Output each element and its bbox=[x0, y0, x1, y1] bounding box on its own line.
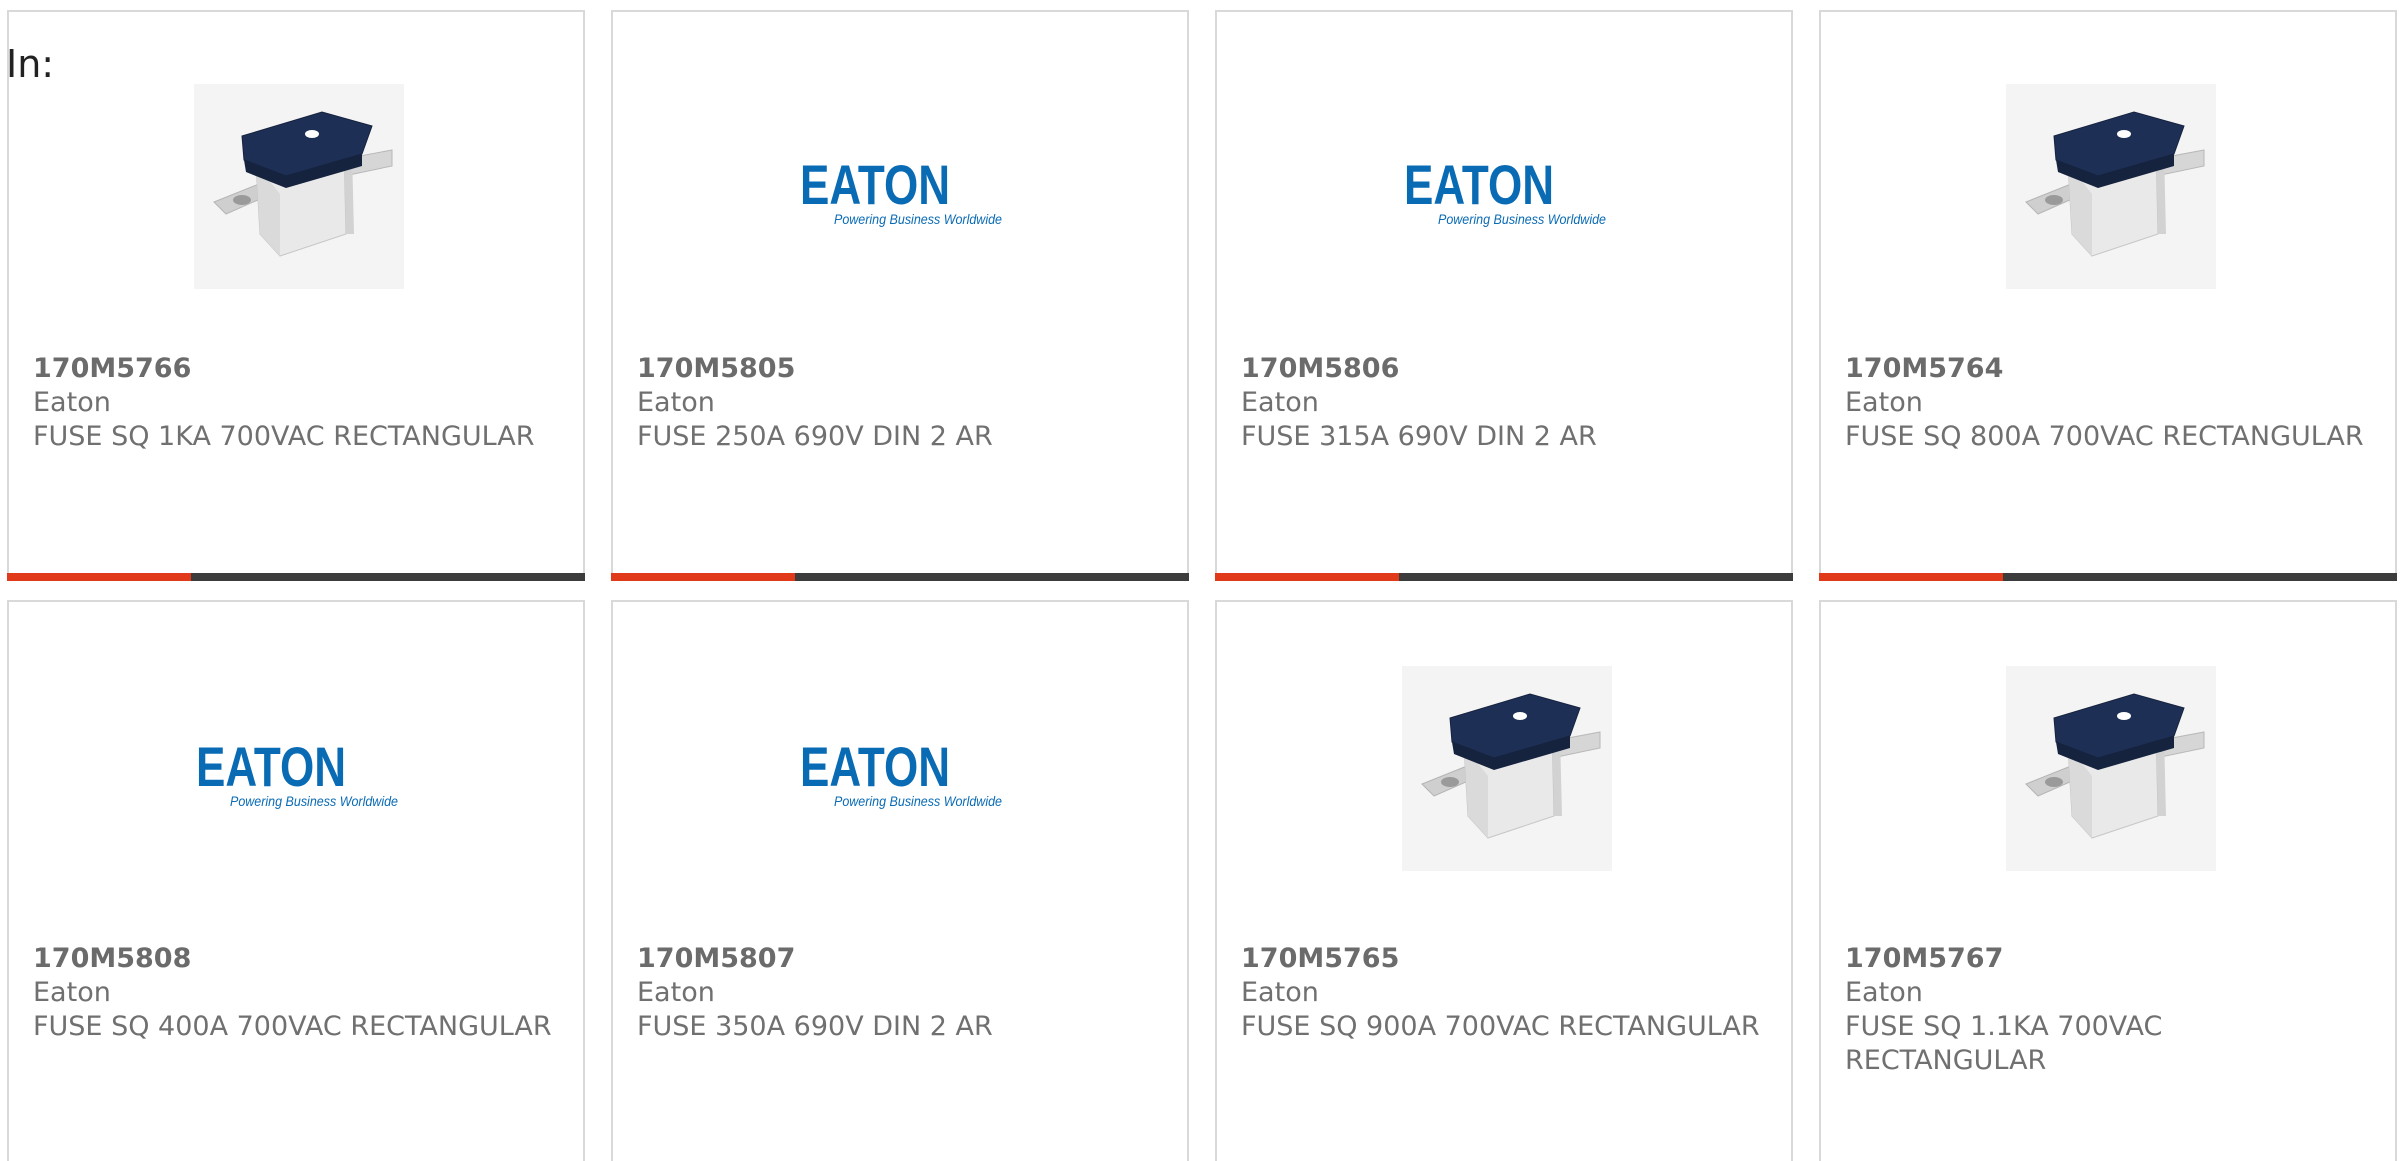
eaton-logo-image: EATONPowering Business Worldwide bbox=[800, 735, 1002, 809]
product-card[interactable]: 170M5764 Eaton FUSE SQ 800A 700VAC RECTA… bbox=[1819, 10, 2397, 581]
product-card[interactable]: 170M5767 Eaton FUSE SQ 1.1KA 700VAC RECT… bbox=[1819, 600, 2397, 1161]
svg-text:EATON: EATON bbox=[1404, 153, 1554, 216]
eaton-logo-image: EATONPowering Business Worldwide bbox=[196, 735, 398, 809]
part-number[interactable]: 170M5806 bbox=[1241, 352, 1761, 386]
card-accent-bar bbox=[1819, 573, 2397, 581]
square-fuse-image bbox=[194, 84, 404, 289]
product-description: FUSE SQ 1.1KA 700VAC RECTANGULAR bbox=[1845, 1011, 2163, 1076]
product-description: FUSE SQ 900A 700VAC RECTANGULAR bbox=[1241, 1011, 1760, 1042]
product-grid: 170M5766 Eaton FUSE SQ 1KA 700VAC RECTAN… bbox=[0, 0, 2400, 1161]
card-accent-bar bbox=[1215, 573, 1793, 581]
manufacturer: Eaton bbox=[637, 977, 715, 1008]
card-accent-segment bbox=[1819, 573, 2003, 581]
product-card[interactable]: EATON Powering Business Worldwide 170M580… bbox=[611, 10, 1189, 581]
svg-text:EATON: EATON bbox=[196, 735, 346, 798]
part-number[interactable]: 170M5765 bbox=[1241, 942, 1761, 976]
product-card[interactable]: EATON Powering Business Worldwide 170M580… bbox=[611, 600, 1189, 1161]
product-card[interactable]: 170M5766 Eaton FUSE SQ 1KA 700VAC RECTAN… bbox=[7, 10, 585, 581]
product-thumbnail[interactable] bbox=[2006, 666, 2216, 871]
product-thumbnail[interactable] bbox=[194, 84, 404, 289]
square-fuse-image bbox=[1402, 666, 1612, 871]
card-accent-bar bbox=[7, 573, 585, 581]
svg-text:Powering Business Worldwide: Powering Business Worldwide bbox=[230, 793, 398, 809]
svg-text:EATON: EATON bbox=[800, 735, 950, 798]
svg-text:Powering Business Worldwide: Powering Business Worldwide bbox=[834, 211, 1002, 227]
square-fuse-image bbox=[2006, 84, 2216, 289]
manufacturer: Eaton bbox=[1845, 387, 1923, 418]
product-card[interactable]: EATON Powering Business Worldwide 170M580… bbox=[1215, 10, 1793, 581]
manufacturer: Eaton bbox=[1241, 387, 1319, 418]
card-accent-segment bbox=[7, 573, 191, 581]
eaton-logo-image: EATONPowering Business Worldwide bbox=[1404, 153, 1606, 227]
card-accent-bar bbox=[611, 573, 1189, 581]
part-number[interactable]: 170M5766 bbox=[33, 352, 553, 386]
eaton-logo-image: EATONPowering Business Worldwide bbox=[800, 153, 1002, 227]
product-description: FUSE 250A 690V DIN 2 AR bbox=[637, 421, 993, 452]
part-number[interactable]: 170M5805 bbox=[637, 352, 1157, 386]
product-thumbnail[interactable] bbox=[2006, 84, 2216, 289]
card-accent-segment bbox=[611, 573, 795, 581]
product-description: FUSE 315A 690V DIN 2 AR bbox=[1241, 421, 1597, 452]
part-number[interactable]: 170M5807 bbox=[637, 942, 1157, 976]
manufacturer: Eaton bbox=[33, 977, 111, 1008]
card-accent-segment bbox=[1215, 573, 1399, 581]
breadcrumb: In: bbox=[6, 42, 55, 86]
svg-text:EATON: EATON bbox=[800, 153, 950, 216]
manufacturer: Eaton bbox=[1241, 977, 1319, 1008]
product-thumbnail[interactable] bbox=[1402, 666, 1612, 871]
product-description: FUSE 350A 690V DIN 2 AR bbox=[637, 1011, 993, 1042]
product-thumbnail[interactable]: EATON Powering Business Worldwide bbox=[798, 666, 1008, 871]
product-card[interactable]: 170M5765 Eaton FUSE SQ 900A 700VAC RECTA… bbox=[1215, 600, 1793, 1161]
product-description: FUSE SQ 800A 700VAC RECTANGULAR bbox=[1845, 421, 2364, 452]
product-thumbnail[interactable]: EATON Powering Business Worldwide bbox=[1402, 84, 1612, 289]
svg-text:Powering Business Worldwide: Powering Business Worldwide bbox=[834, 793, 1002, 809]
part-number[interactable]: 170M5767 bbox=[1845, 942, 2365, 976]
product-description: FUSE SQ 1KA 700VAC RECTANGULAR bbox=[33, 421, 535, 452]
product-description: FUSE SQ 400A 700VAC RECTANGULAR bbox=[33, 1011, 552, 1042]
square-fuse-image bbox=[2006, 666, 2216, 871]
manufacturer: Eaton bbox=[1845, 977, 1923, 1008]
svg-text:Powering Business Worldwide: Powering Business Worldwide bbox=[1438, 211, 1606, 227]
product-thumbnail[interactable]: EATON Powering Business Worldwide bbox=[194, 666, 404, 871]
manufacturer: Eaton bbox=[33, 387, 111, 418]
product-card[interactable]: EATON Powering Business Worldwide 170M580… bbox=[7, 600, 585, 1161]
part-number[interactable]: 170M5764 bbox=[1845, 352, 2365, 386]
manufacturer: Eaton bbox=[637, 387, 715, 418]
product-thumbnail[interactable]: EATON Powering Business Worldwide bbox=[798, 84, 1008, 289]
part-number[interactable]: 170M5808 bbox=[33, 942, 553, 976]
product-results-page: 170M5766 Eaton FUSE SQ 1KA 700VAC RECTAN… bbox=[0, 0, 2400, 1161]
